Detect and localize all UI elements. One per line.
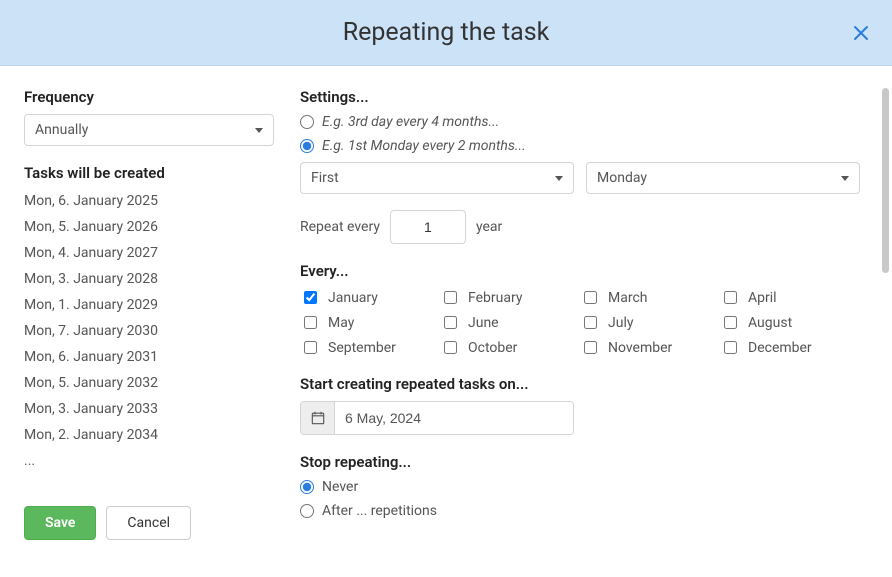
preview-item: Mon, 7. January 2030	[24, 318, 274, 344]
settings-option-b-radio[interactable]	[300, 139, 314, 153]
month-label: August	[748, 315, 792, 331]
month-label: April	[748, 290, 777, 306]
month-option-august[interactable]: August	[720, 313, 860, 332]
chevron-down-icon	[555, 176, 563, 181]
preview-item: Mon, 6. January 2031	[24, 344, 274, 370]
settings-header: Settings...	[300, 88, 860, 106]
stop-header: Stop repeating...	[300, 453, 860, 471]
stop-never-row: Never	[300, 479, 860, 495]
stop-section: Never After ... repetitions	[300, 479, 860, 519]
dialog-title: Repeating the task	[343, 18, 550, 47]
weekday-select[interactable]: Monday	[586, 162, 860, 194]
settings-option-a: E.g. 3rd day every 4 months...	[300, 114, 860, 130]
ordinal-select[interactable]: First	[300, 162, 574, 194]
month-label: February	[468, 290, 522, 306]
month-label: June	[468, 315, 499, 331]
preview-list: Mon, 6. January 2025Mon, 5. January 2026…	[24, 188, 274, 474]
month-checkbox-february[interactable]	[444, 291, 457, 304]
preview-item: Mon, 5. January 2026	[24, 214, 274, 240]
month-checkbox-april[interactable]	[724, 291, 737, 304]
month-option-december[interactable]: December	[720, 338, 860, 357]
month-checkbox-march[interactable]	[584, 291, 597, 304]
settings-option-b-label[interactable]: E.g. 1st Monday every 2 months...	[322, 138, 526, 154]
stop-after-label[interactable]: After ... repetitions	[322, 503, 437, 519]
month-checkbox-august[interactable]	[724, 316, 737, 329]
month-option-october[interactable]: October	[440, 338, 580, 357]
frequency-select[interactable]: Annually	[24, 114, 274, 146]
month-checkbox-june[interactable]	[444, 316, 457, 329]
weekday-select-value: Monday	[597, 170, 647, 186]
preview-header: Tasks will be created	[24, 164, 274, 182]
month-option-april[interactable]: April	[720, 288, 860, 307]
dialog-body: Frequency Annually Tasks will be created…	[0, 66, 892, 577]
stop-after-row: After ... repetitions	[300, 503, 860, 519]
frequency-select-value: Annually	[35, 122, 88, 138]
month-option-july[interactable]: July	[580, 313, 720, 332]
month-option-june[interactable]: June	[440, 313, 580, 332]
preview-item: Mon, 6. January 2025	[24, 188, 274, 214]
month-label: May	[328, 315, 354, 331]
right-column: Settings... E.g. 3rd day every 4 months.…	[274, 88, 870, 577]
scrollbar-thumb[interactable]	[882, 88, 889, 273]
preview-item: Mon, 3. January 2033	[24, 396, 274, 422]
close-button[interactable]	[852, 24, 870, 42]
settings-option-a-label[interactable]: E.g. 3rd day every 4 months...	[322, 114, 499, 130]
month-label: October	[468, 340, 517, 356]
preview-item: ...	[24, 448, 274, 474]
month-checkbox-january[interactable]	[304, 291, 317, 304]
month-label: September	[328, 340, 396, 356]
calendar-addon[interactable]	[301, 402, 335, 434]
ordinal-weekday-row: First Monday	[300, 162, 860, 194]
repeat-every-input[interactable]	[390, 210, 466, 244]
month-label: January	[328, 290, 378, 306]
preview-item: Mon, 1. January 2029	[24, 292, 274, 318]
month-checkbox-july[interactable]	[584, 316, 597, 329]
preview-item: Mon, 5. January 2032	[24, 370, 274, 396]
close-icon	[853, 25, 869, 41]
start-date-input[interactable]	[335, 402, 573, 434]
dialog-buttons: Save Cancel	[24, 506, 274, 540]
preview-item: Mon, 2. January 2034	[24, 422, 274, 448]
month-checkbox-september[interactable]	[304, 341, 317, 354]
months-grid: January February March April May June July Augu…	[300, 288, 860, 357]
stop-after-radio[interactable]	[300, 504, 314, 518]
month-option-january[interactable]: January	[300, 288, 440, 307]
stop-never-label[interactable]: Never	[322, 479, 358, 495]
month-label: November	[608, 340, 672, 356]
chevron-down-icon	[255, 128, 263, 133]
stop-never-radio[interactable]	[300, 480, 314, 494]
start-date-field-wrap	[300, 401, 574, 435]
month-label: December	[748, 340, 812, 356]
month-option-february[interactable]: February	[440, 288, 580, 307]
every-header: Every...	[300, 262, 860, 280]
ordinal-select-value: First	[311, 170, 339, 186]
month-option-may[interactable]: May	[300, 313, 440, 332]
settings-option-a-radio[interactable]	[300, 115, 314, 129]
save-button[interactable]: Save	[24, 506, 96, 540]
month-label: July	[608, 315, 633, 331]
month-checkbox-october[interactable]	[444, 341, 457, 354]
month-option-march[interactable]: March	[580, 288, 720, 307]
month-option-november[interactable]: November	[580, 338, 720, 357]
chevron-down-icon	[841, 176, 849, 181]
month-label: March	[608, 290, 648, 306]
settings-option-b: E.g. 1st Monday every 2 months...	[300, 138, 860, 154]
month-checkbox-december[interactable]	[724, 341, 737, 354]
preview-item: Mon, 3. January 2028	[24, 266, 274, 292]
repeat-unit-label: year	[476, 219, 502, 235]
month-option-september[interactable]: September	[300, 338, 440, 357]
left-column: Frequency Annually Tasks will be created…	[24, 88, 274, 577]
preview-item: Mon, 4. January 2027	[24, 240, 274, 266]
frequency-label: Frequency	[24, 88, 274, 106]
start-header: Start creating repeated tasks on...	[300, 375, 860, 393]
month-checkbox-may[interactable]	[304, 316, 317, 329]
cancel-button[interactable]: Cancel	[106, 506, 191, 540]
repeat-every-row: Repeat every year	[300, 210, 860, 244]
month-checkbox-november[interactable]	[584, 341, 597, 354]
dialog-header: Repeating the task	[0, 0, 892, 66]
repeat-every-label: Repeat every	[300, 219, 380, 235]
calendar-icon	[311, 411, 325, 425]
